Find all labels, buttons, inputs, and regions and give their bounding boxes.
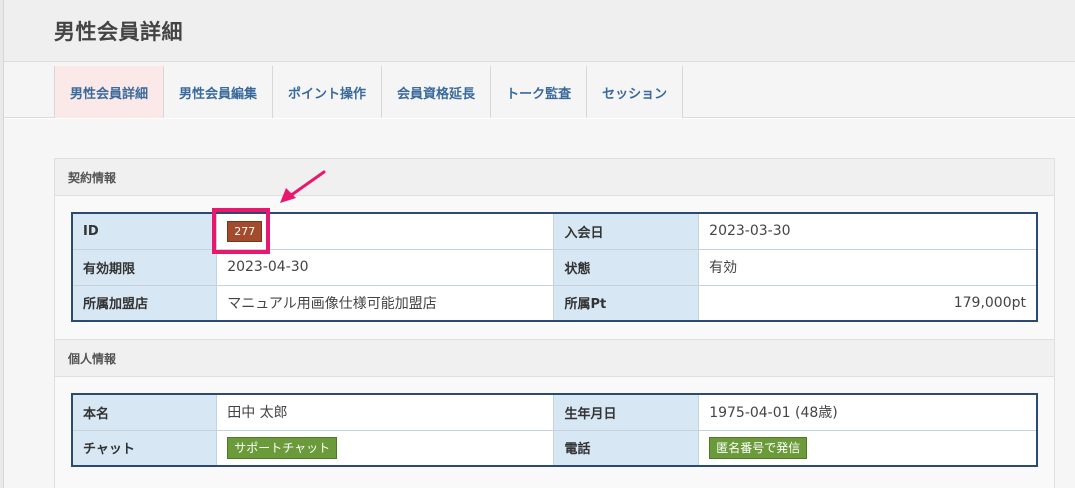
main-content: 契約情報 ID 277 入会日 2023-03-30 有効期限 2023-04-… <box>4 119 1075 488</box>
id-badge: 277 <box>227 220 263 242</box>
table-row: 所属加盟店 マニュアル用画像仕様可能加盟店 所属Pt 179,000pt <box>71 284 1038 322</box>
store-value: マニュアル用画像仕様可能加盟店 <box>216 284 555 322</box>
table-row: 有効期限 2023-04-30 状態 有効 <box>71 248 1038 286</box>
anonymous-call-button[interactable]: 匿名番号で発信 <box>709 436 808 459</box>
tab-session[interactable]: セッション <box>587 66 684 118</box>
tab-point-operation[interactable]: ポイント操作 <box>273 66 383 118</box>
expire-value: 2023-04-30 <box>216 248 555 286</box>
contract-section-body: ID 277 入会日 2023-03-30 有効期限 2023-04-30 状態… <box>54 196 1055 340</box>
birth-label: 生年月日 <box>553 393 700 431</box>
tab-membership-extension[interactable]: 会員資格延長 <box>382 66 492 118</box>
id-label: ID <box>71 212 218 250</box>
name-value: 田中 太郎 <box>216 393 555 431</box>
store-label: 所属加盟店 <box>71 284 218 322</box>
birth-value: 1975-04-01 (48歳) <box>698 393 1038 431</box>
table-row: ID 277 入会日 2023-03-30 <box>71 212 1038 250</box>
table-row: チャット サポートチャット 電話 匿名番号で発信 <box>71 429 1038 467</box>
personal-section-body: 本名 田中 太郎 生年月日 1975-04-01 (48歳) チャット サポート… <box>54 377 1055 488</box>
personal-table: 本名 田中 太郎 生年月日 1975-04-01 (48歳) チャット サポート… <box>71 393 1038 467</box>
tabs: 男性会員詳細 男性会員編集 ポイント操作 会員資格延長 トーク監査 セッション <box>54 66 684 118</box>
point-value: 179,000pt <box>698 284 1038 322</box>
phone-cell: 匿名番号で発信 <box>698 429 1038 467</box>
pointer-arrow-icon <box>280 170 326 203</box>
expire-label: 有効期限 <box>71 248 218 286</box>
contract-section-title: 契約情報 <box>54 158 1055 196</box>
phone-label: 電話 <box>553 429 700 467</box>
status-label: 状態 <box>553 248 700 286</box>
page-header: 男性会員詳細 <box>4 0 1075 62</box>
chat-cell: サポートチャット <box>216 429 555 467</box>
tab-member-edit[interactable]: 男性会員編集 <box>164 66 274 118</box>
point-label: 所属Pt <box>553 284 700 322</box>
name-label: 本名 <box>71 393 218 431</box>
join-date-value: 2023-03-30 <box>698 212 1038 250</box>
id-cell: 277 <box>216 212 555 250</box>
tab-bar: 男性会員詳細 男性会員編集 ポイント操作 会員資格延長 トーク監査 セッション <box>4 62 1075 118</box>
tab-talk-audit[interactable]: トーク監査 <box>491 66 588 118</box>
table-row: 本名 田中 太郎 生年月日 1975-04-01 (48歳) <box>71 393 1038 431</box>
contract-table: ID 277 入会日 2023-03-30 有効期限 2023-04-30 状態… <box>71 212 1038 322</box>
personal-section-title: 個人情報 <box>54 339 1055 377</box>
page-title: 男性会員詳細 <box>54 20 183 44</box>
join-date-label: 入会日 <box>553 212 700 250</box>
status-value: 有効 <box>698 248 1038 286</box>
chat-label: チャット <box>71 429 218 467</box>
support-chat-button[interactable]: サポートチャット <box>227 436 338 459</box>
tab-member-detail[interactable]: 男性会員詳細 <box>55 66 165 118</box>
